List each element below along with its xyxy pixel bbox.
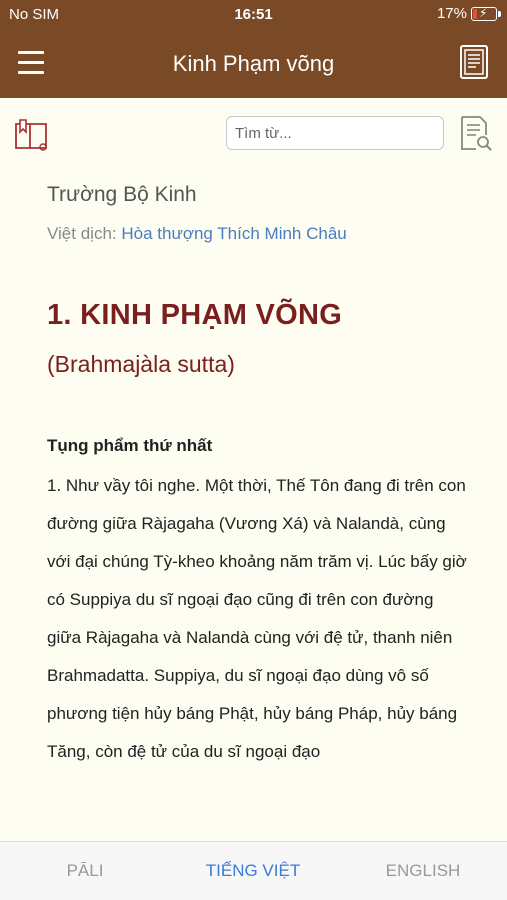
battery-indicator: 17% ⚡ <box>436 5 501 22</box>
bookmark-icon[interactable] <box>12 118 52 152</box>
paragraph-text: 1. Như vầy tôi nghe. Một thời, Thế Tôn đ… <box>47 476 467 761</box>
status-bar: No SIM 16:51 17% ⚡ <box>0 0 507 28</box>
clock: 16:51 <box>234 6 273 23</box>
translator-link[interactable]: Hòa thượng Thích Minh Châu <box>121 224 346 243</box>
collection-name: Trường Bộ Kinh <box>47 183 197 206</box>
search-input[interactable] <box>226 116 444 150</box>
toolbar <box>0 98 507 170</box>
battery-fill <box>473 8 477 19</box>
book-icon[interactable] <box>459 44 491 80</box>
charging-bolt-icon: ⚡ <box>479 5 488 20</box>
section-heading: Tụng phẩm thứ nhất <box>47 436 213 455</box>
sutta-subtitle: (Brahmajàla sutta) <box>47 351 235 377</box>
battery-percent: 17% <box>436 5 467 22</box>
tab-english[interactable]: ENGLISH <box>370 842 476 900</box>
tab-vietnamese[interactable]: TIẾNG VIỆT <box>188 842 318 900</box>
sutta-title: 1. KINH PHẠM VÕNG <box>47 299 343 331</box>
translator-label: Việt dịch: <box>47 224 117 243</box>
reading-content: Trường Bộ Kinh Việt dịch: Hòa thượng Thí… <box>47 170 467 771</box>
page-title: Kinh Phạm võng <box>172 51 335 76</box>
battery-icon: ⚡ <box>471 5 501 21</box>
translator-line: Việt dịch: Hòa thượng Thích Minh Châu <box>47 224 467 244</box>
tab-pali[interactable]: PĀLI <box>30 842 140 900</box>
document-search-icon[interactable] <box>458 115 494 153</box>
nav-bar: Kinh Phạm võng <box>0 28 507 98</box>
language-tab-bar: PĀLI TIẾNG VIỆT ENGLISH <box>0 841 507 900</box>
